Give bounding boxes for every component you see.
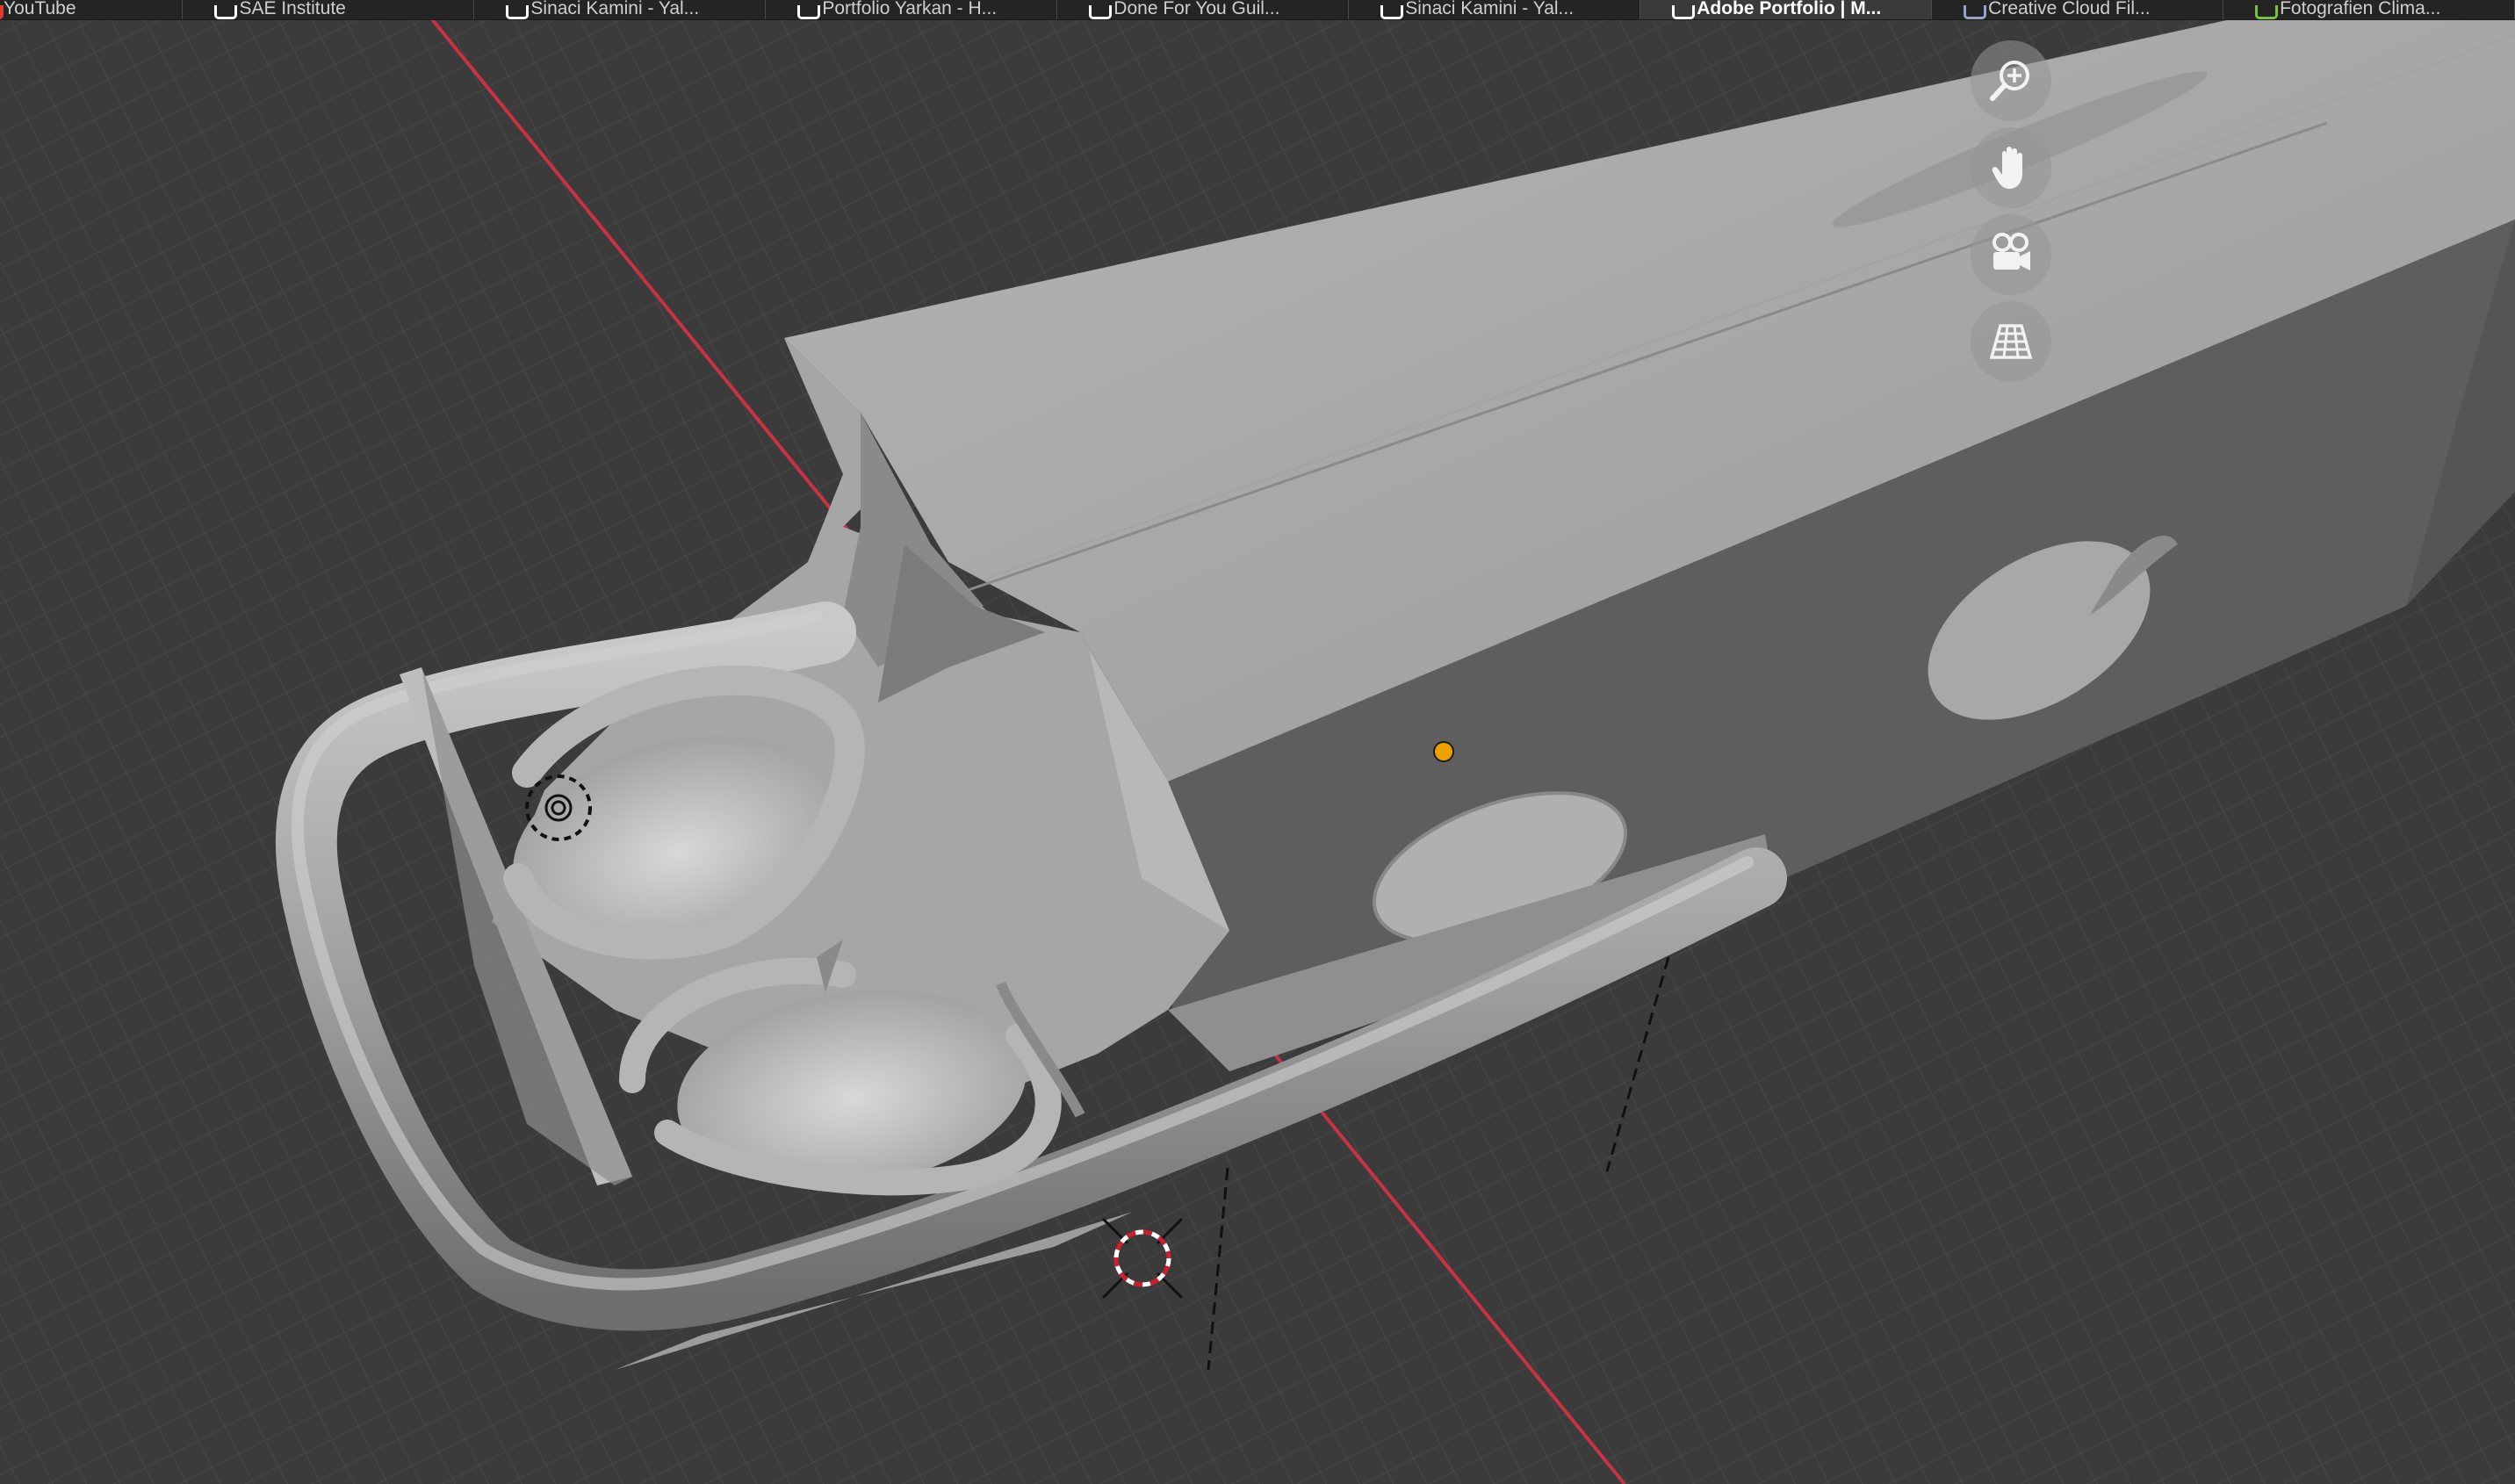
browser-tab[interactable]: Portfolio Yarkan - H...: [766, 0, 1058, 19]
browser-tab-label: Creative Cloud Fil...: [1988, 0, 2151, 18]
browser-tab[interactable]: Sinaci Kamini - Yal...: [474, 0, 767, 19]
browser-tab[interactable]: Creative Cloud Fil...: [1932, 0, 2224, 19]
light-object-icon[interactable]: [523, 773, 594, 843]
pan-button[interactable]: [1971, 127, 2051, 208]
creative-cloud-icon: [1964, 5, 1987, 19]
browser-tab[interactable]: Done For You Guil...: [1057, 0, 1350, 19]
camera-icon: [1993, 233, 2030, 270]
zoom-in-icon: [1990, 61, 2029, 101]
3d-cursor-icon[interactable]: [1101, 1217, 1184, 1300]
grid-icon: [1989, 324, 2033, 359]
instagram-icon: [1380, 5, 1404, 19]
browser-tab-label: YouTube: [4, 0, 76, 18]
browser-tab-label: SAE Institute: [239, 0, 346, 18]
instagram-icon: [506, 5, 530, 19]
browser-tab-label: Sinaci Kamini - Yal...: [1405, 0, 1575, 18]
browser-tab-label: Adobe Portfolio | M...: [1697, 0, 1882, 18]
object-origin-dot[interactable]: [1433, 741, 1454, 762]
browser-tab-label: Done For You Guil...: [1113, 0, 1280, 18]
browser-tab[interactable]: Adobe Portfolio | M...: [1640, 0, 1933, 19]
zoom-button[interactable]: [1971, 40, 2051, 121]
browser-tab-label: Fotografien Clima...: [2280, 0, 2441, 18]
browser-tab[interactable]: Fotografien Clima...: [2223, 0, 2515, 19]
adobe-portfolio-icon: [1672, 5, 1696, 19]
sae-icon: [214, 5, 238, 19]
browser-tab-label: Sinaci Kamini - Yal...: [530, 0, 700, 18]
info-icon: [797, 5, 821, 19]
projection-toggle-button[interactable]: [1971, 301, 2051, 382]
browser-tab[interactable]: Sinaci Kamini - Yal...: [1349, 0, 1641, 19]
document-icon: [1089, 5, 1113, 19]
3d-viewport[interactable]: [0, 0, 2515, 1484]
viewport-navigation-gizmo: [1971, 40, 2051, 382]
browser-tab-label: Portfolio Yarkan - H...: [822, 0, 998, 18]
browser-tab-bar: YouTube SAE Institute Sinaci Kamini - Yal.…: [0, 0, 2515, 20]
hand-icon: [1992, 147, 2022, 189]
browser-tab[interactable]: YouTube: [0, 0, 184, 19]
camera-view-button[interactable]: [1971, 214, 2051, 295]
photo-icon: [2255, 5, 2279, 19]
browser-tab[interactable]: SAE Institute: [183, 0, 475, 19]
viewport-scene[interactable]: [0, 0, 2515, 1484]
